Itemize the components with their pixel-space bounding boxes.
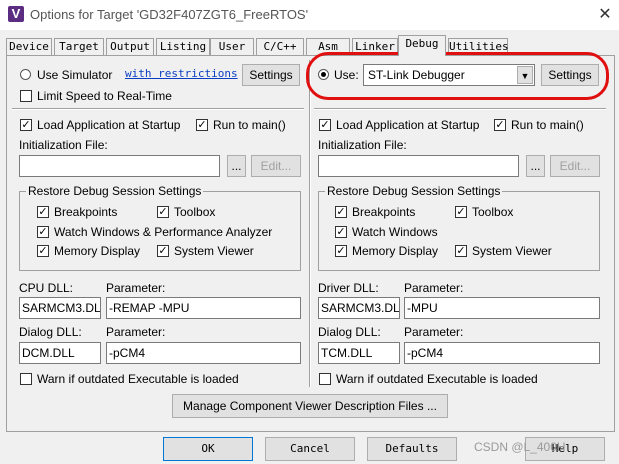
right-toolbox-label: Toolbox	[472, 205, 514, 219]
use-simulator-label: Use Simulator	[37, 68, 113, 82]
right-breakpoints-label: Breakpoints	[352, 205, 416, 219]
defaults-button[interactable]: Defaults	[367, 437, 457, 461]
right-watch-checkbox[interactable]: ✓	[335, 226, 347, 238]
tab-output[interactable]: Output	[106, 38, 154, 55]
right-warn-checkbox[interactable]	[319, 373, 331, 385]
driver-dll-input[interactable]: SARMCM3.DLL	[318, 297, 400, 319]
tab-target[interactable]: Target	[54, 38, 104, 55]
right-dialog-dll-label: Dialog DLL:	[318, 325, 381, 339]
left-run-main-label: Run to main()	[213, 118, 286, 132]
window-title: Options for Target 'GD32F407ZGT6_FreeRTO…	[30, 7, 309, 22]
left-toolbox-label: Toolbox	[174, 205, 216, 219]
tab-listing[interactable]: Listing	[156, 38, 210, 55]
left-dialog-dll-input[interactable]: DCM.DLL	[19, 342, 101, 364]
right-init-file-input[interactable]	[318, 155, 519, 177]
right-memory-checkbox[interactable]: ✓	[335, 245, 347, 257]
left-load-app-checkbox[interactable]: ✓	[20, 119, 32, 131]
tab-c-cpp[interactable]: C/C++	[256, 38, 304, 55]
right-sysviewer-checkbox[interactable]: ✓	[455, 245, 467, 257]
right-divider	[314, 108, 606, 110]
right-init-file-label: Initialization File:	[318, 138, 407, 152]
cpu-dll-label: CPU DLL:	[19, 281, 74, 295]
cpu-dll-input[interactable]: SARMCM3.DLL	[19, 297, 101, 319]
left-sysviewer-checkbox[interactable]: ✓	[157, 245, 169, 257]
highlight-annotation	[306, 52, 609, 100]
right-watch-label: Watch Windows	[352, 225, 438, 239]
use-simulator-radio[interactable]	[20, 69, 31, 80]
manage-component-viewer-button[interactable]: Manage Component Viewer Description File…	[172, 394, 448, 418]
right-dialog-dll-input[interactable]: TCM.DLL	[318, 342, 400, 364]
left-watch-checkbox[interactable]: ✓	[37, 226, 49, 238]
left-warn-checkbox[interactable]	[20, 373, 32, 385]
ok-button[interactable]: OK	[163, 437, 253, 461]
driver-param-label: Parameter:	[404, 281, 464, 295]
right-run-main-label: Run to main()	[511, 118, 584, 132]
right-browse-button[interactable]: ...	[526, 155, 545, 177]
left-browse-button[interactable]: ...	[227, 155, 246, 177]
left-load-app-label: Load Application at Startup	[37, 118, 181, 132]
right-restore-group-title: Restore Debug Session Settings	[325, 184, 503, 198]
cpu-param-label: Parameter:	[106, 281, 166, 295]
left-dialog-param-input[interactable]: -pCM4	[106, 342, 301, 364]
tab-user[interactable]: User	[210, 38, 254, 55]
tab-debug[interactable]: Debug	[398, 35, 446, 56]
right-sysviewer-label: System Viewer	[472, 244, 552, 258]
simulator-settings-button[interactable]: Settings	[242, 64, 300, 86]
limit-speed-checkbox[interactable]	[20, 90, 32, 102]
right-dialog-param-label: Parameter:	[404, 325, 464, 339]
left-memory-label: Memory Display	[54, 244, 141, 258]
left-memory-checkbox[interactable]: ✓	[37, 245, 49, 257]
left-sysviewer-label: System Viewer	[174, 244, 254, 258]
left-warn-label: Warn if outdated Executable is loaded	[37, 372, 239, 386]
driver-param-input[interactable]: -MPU	[404, 297, 600, 319]
right-edit-button[interactable]: Edit...	[550, 155, 600, 177]
watermark: CSDN @L_400H	[474, 440, 566, 454]
right-load-app-label: Load Application at Startup	[336, 118, 480, 132]
left-dialog-dll-label: Dialog DLL:	[19, 325, 82, 339]
keil-app-icon: V	[8, 6, 24, 22]
left-divider	[12, 108, 304, 110]
close-icon[interactable]: ✕	[594, 4, 616, 26]
left-init-file-label: Initialization File:	[19, 138, 108, 152]
left-run-main-checkbox[interactable]: ✓	[196, 119, 208, 131]
right-memory-label: Memory Display	[352, 244, 439, 258]
right-toolbox-checkbox[interactable]: ✓	[455, 206, 467, 218]
left-dialog-param-label: Parameter:	[106, 325, 166, 339]
limit-speed-label: Limit Speed to Real-Time	[37, 89, 172, 103]
right-load-app-checkbox[interactable]: ✓	[319, 119, 331, 131]
left-toolbox-checkbox[interactable]: ✓	[157, 206, 169, 218]
restrictions-link[interactable]: with restrictions	[125, 67, 238, 80]
cpu-param-input[interactable]: -REMAP -MPU	[106, 297, 301, 319]
left-edit-button[interactable]: Edit...	[251, 155, 301, 177]
left-init-file-input[interactable]	[19, 155, 220, 177]
column-separator	[309, 60, 311, 387]
right-dialog-param-input[interactable]: -pCM4	[404, 342, 600, 364]
tab-device[interactable]: Device	[6, 38, 52, 55]
left-breakpoints-label: Breakpoints	[54, 205, 118, 219]
driver-dll-label: Driver DLL:	[318, 281, 379, 295]
right-breakpoints-checkbox[interactable]: ✓	[335, 206, 347, 218]
left-watch-label: Watch Windows & Performance Analyzer	[54, 225, 273, 239]
cancel-button[interactable]: Cancel	[265, 437, 355, 461]
left-restore-group-title: Restore Debug Session Settings	[26, 184, 204, 198]
right-warn-label: Warn if outdated Executable is loaded	[336, 372, 538, 386]
right-run-main-checkbox[interactable]: ✓	[494, 119, 506, 131]
left-breakpoints-checkbox[interactable]: ✓	[37, 206, 49, 218]
